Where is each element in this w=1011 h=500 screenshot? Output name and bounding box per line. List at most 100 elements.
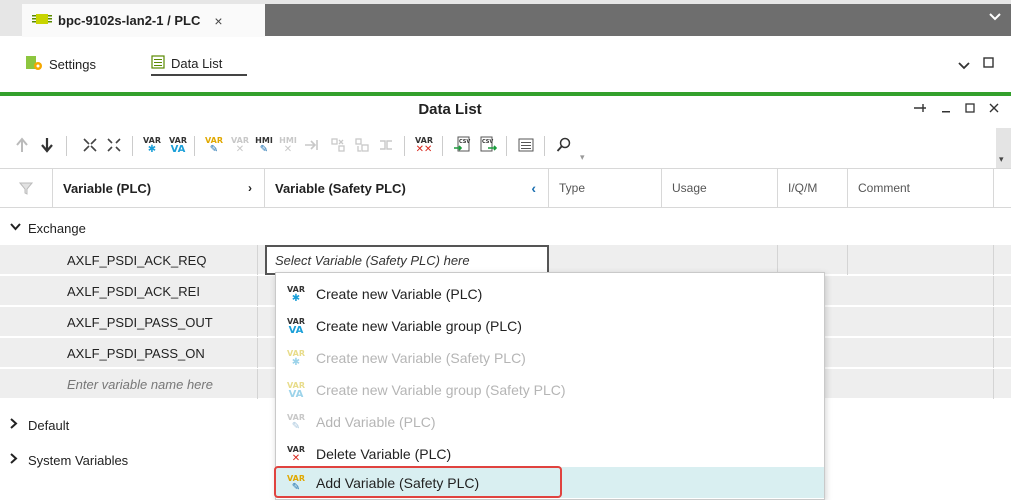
column-header-variable-plc[interactable]: Variable (PLC) › (53, 168, 265, 208)
menu-item-create-variable-safety-plc[interactable]: VAR ✱ Create new Variable (Safety PLC) (276, 343, 824, 373)
list-icon (151, 54, 165, 72)
variable-name-cell[interactable]: AXLF_PSDI_PASS_ON (53, 338, 258, 368)
menu-item-delete-variable-plc[interactable]: VAR ✕ Delete Variable (PLC) (276, 439, 824, 469)
column-header-label: Variable (Safety PLC) (275, 180, 406, 196)
import-csv-icon[interactable]: CSV (450, 133, 474, 157)
remove-hmi-icon[interactable]: HMI ✕ (276, 133, 300, 157)
variable-name-cell[interactable]: AXLF_PSDI_ACK_REQ (53, 245, 258, 275)
toolbar-separator (404, 136, 405, 156)
column-header-comment[interactable]: Comment (848, 168, 994, 208)
menu-item-create-variable-group-plc[interactable]: VAR VA Create new Variable group (PLC) (276, 311, 824, 341)
search-icon[interactable] (552, 133, 576, 157)
close-panel-icon[interactable] (989, 101, 999, 116)
toolbar-overflow[interactable]: ▾ (996, 128, 1011, 168)
close-tab-icon[interactable]: × (214, 13, 222, 29)
usage-cell[interactable] (662, 245, 778, 275)
move-down-icon[interactable] (35, 133, 59, 157)
create-safety-variable-group-icon: VAR VA (287, 381, 305, 400)
document-tab[interactable]: bpc-9102s-lan2-1 / PLC × (22, 4, 265, 37)
create-variable-icon[interactable]: VAR ✱ (140, 133, 164, 157)
toolbar-separator (194, 136, 195, 156)
group-label: Exchange (28, 220, 86, 236)
panel-header: Data List (0, 96, 1011, 124)
minimize-icon[interactable] (941, 101, 951, 116)
delete-variable-icon[interactable]: VAR ✕✕ (412, 133, 436, 157)
tab-data-list[interactable]: Data List (151, 52, 247, 76)
column-header-usage[interactable]: Usage (662, 168, 778, 208)
toolbar-separator (544, 136, 545, 156)
safety-variable-select-cell[interactable]: Select Variable (Safety PLC) here (265, 245, 549, 275)
column-header-label: Variable (PLC) (63, 180, 152, 196)
split-icon[interactable] (374, 133, 398, 157)
search-dropdown-icon[interactable]: ▾ (580, 152, 585, 163)
comment-cell[interactable] (848, 245, 994, 275)
create-variable-group-icon[interactable]: VAR VA (166, 133, 190, 157)
variable-name-cell[interactable]: AXLF_PSDI_PASS_OUT (53, 307, 258, 337)
link-icon[interactable] (300, 133, 324, 157)
menu-item-create-variable-group-safety-plc[interactable]: VAR VA Create new Variable group (Safety … (276, 375, 824, 405)
column-header-label: Type (559, 181, 586, 195)
group-row-exchange[interactable]: Exchange (0, 215, 1011, 241)
create-variable-group-icon: VAR VA (287, 317, 305, 336)
tab-list-chevron-icon[interactable] (989, 10, 1001, 24)
columns-icon[interactable] (514, 133, 538, 157)
column-header-label: I/Q/M (788, 181, 818, 195)
column-header-label: Usage (672, 181, 707, 195)
panel-title: Data List (418, 101, 482, 118)
export-csv-icon[interactable]: CSV (476, 133, 500, 157)
create-safety-variable-icon: VAR ✱ (287, 349, 305, 368)
svg-text:CSV: CSV (482, 139, 493, 145)
menu-item-label: Add Variable (PLC) (316, 414, 436, 430)
tab-settings-label: Settings (49, 56, 96, 72)
expand-all-icon[interactable] (102, 133, 126, 157)
menu-item-create-variable-plc[interactable]: VAR ✱ Create new Variable (PLC) (276, 279, 824, 309)
add-variable-icon: VAR ✎ (287, 413, 305, 432)
chevron-left-icon[interactable]: ‹ (531, 180, 536, 196)
tab-strip-empty-area (265, 4, 1011, 36)
chevron-right-icon (10, 418, 22, 432)
tab-data-list-label: Data List (171, 55, 223, 71)
menu-item-label: Delete Variable (PLC) (316, 446, 452, 462)
add-hmi-icon[interactable]: HMI ✎ (252, 133, 276, 157)
menu-item-label: Create new Variable (PLC) (316, 286, 483, 302)
variable-name-cell[interactable]: AXLF_PSDI_ACK_REI (53, 276, 258, 306)
annotation-highlight-box (274, 466, 562, 498)
pin-icon[interactable] (913, 101, 927, 116)
comment-cell[interactable] (848, 307, 994, 337)
chevron-right-icon (10, 453, 22, 467)
unlink-icon[interactable] (326, 133, 350, 157)
add-variable-icon[interactable]: VAR ✎ (202, 133, 226, 157)
menu-item-label: Create new Variable group (PLC) (316, 318, 522, 334)
comment-cell[interactable] (848, 369, 994, 399)
document-tab-title: bpc-9102s-lan2-1 / PLC (58, 13, 201, 28)
column-header-iqm[interactable]: I/Q/M (778, 168, 848, 208)
group-label: Default (28, 417, 70, 433)
restore-icon[interactable] (965, 101, 975, 116)
column-header-label: Comment (858, 181, 911, 195)
chevron-right-icon[interactable]: › (248, 181, 252, 195)
chevron-down-icon[interactable] (958, 58, 970, 73)
maximize-icon[interactable] (983, 56, 994, 71)
column-header-variable-safety-plc[interactable]: Variable (Safety PLC) ‹ (265, 168, 549, 208)
tab-settings[interactable]: Settings (25, 52, 96, 76)
collapse-all-icon[interactable] (78, 133, 102, 157)
filter-icon[interactable] (0, 168, 53, 208)
svg-text:CSV: CSV (459, 139, 470, 145)
toolbar-separator (506, 136, 507, 156)
toolbar-separator (66, 136, 67, 156)
remove-variable-icon[interactable]: VAR ✕ (228, 133, 252, 157)
menu-item-add-variable-plc[interactable]: VAR ✎ Add Variable (PLC) (276, 407, 824, 437)
column-header-type[interactable]: Type (549, 168, 662, 208)
comment-cell[interactable] (848, 338, 994, 368)
new-variable-name-input[interactable]: Enter variable name here (53, 369, 258, 399)
move-up-icon[interactable] (10, 133, 34, 157)
plc-device-icon (32, 11, 52, 30)
comment-cell[interactable] (848, 276, 994, 306)
menu-item-label: Create new Variable (Safety PLC) (316, 350, 526, 366)
iqm-cell[interactable] (778, 245, 848, 275)
copy-mapping-icon[interactable] (350, 133, 374, 157)
toolbar-separator (442, 136, 443, 156)
group-label: System Variables (28, 452, 129, 468)
settings-icon (25, 55, 43, 74)
delete-variable-icon: VAR ✕ (287, 445, 305, 464)
